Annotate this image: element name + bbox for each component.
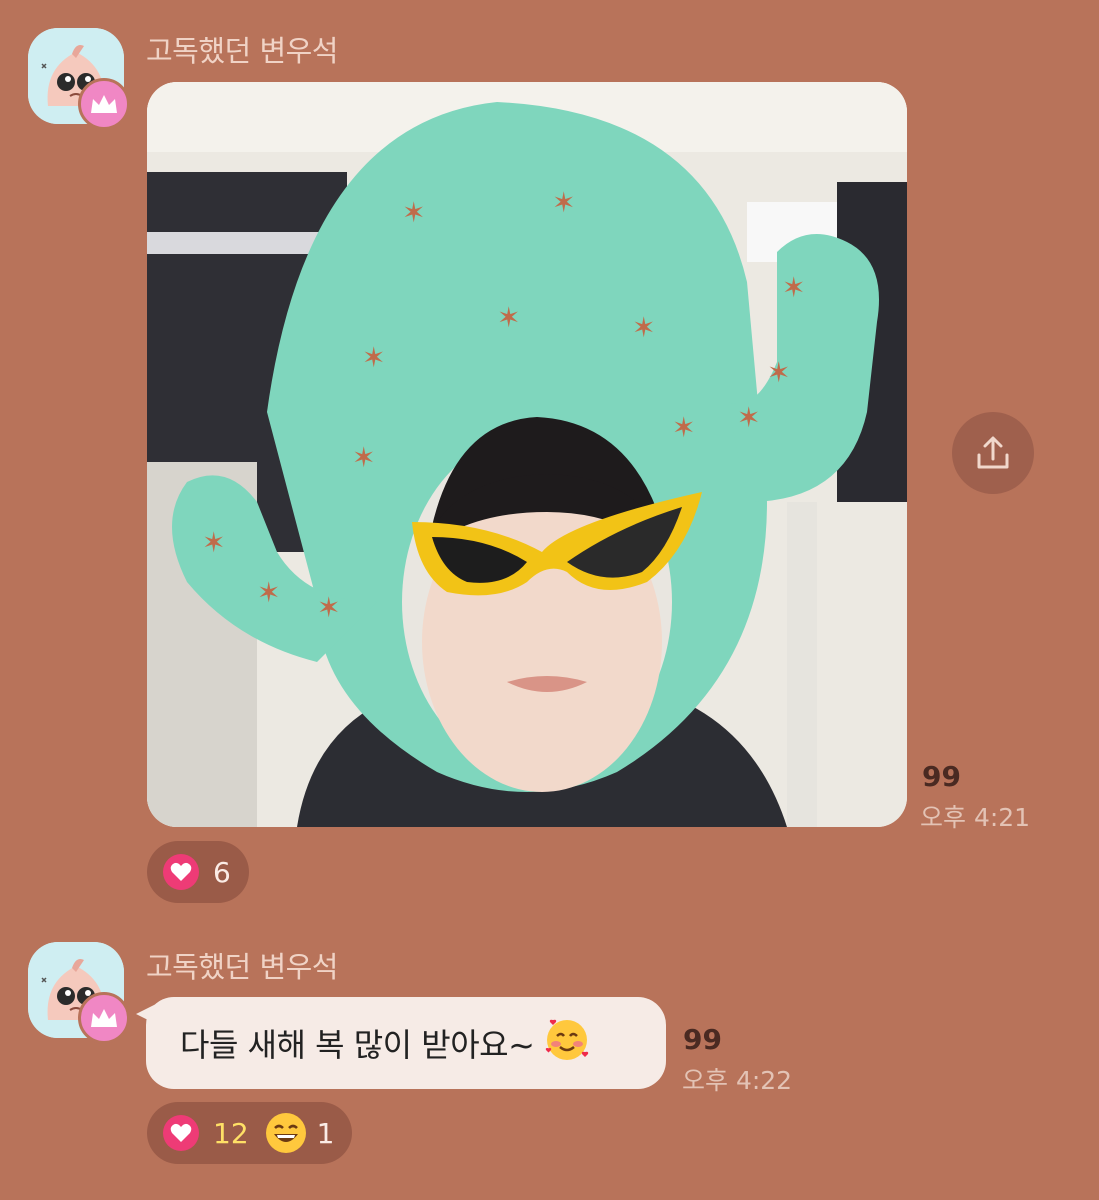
message-bubble[interactable]: 다들 새해 복 많이 받아요~	[146, 997, 666, 1089]
crown-badge	[78, 992, 130, 1044]
reactions-bar[interactable]: 6	[147, 841, 249, 903]
svg-text:✶: ✶	[767, 356, 790, 389]
sender-name: 고독했던 변우석	[146, 34, 338, 68]
svg-text:✶: ✶	[497, 301, 520, 334]
timestamp: 오후 4:22	[682, 1066, 793, 1095]
emoji-count: 1	[316, 1116, 335, 1150]
svg-text:✶: ✶	[202, 526, 225, 559]
unread-count: 99	[683, 1023, 722, 1056]
heart-count: 6	[213, 855, 231, 889]
unread-count: 99	[922, 760, 961, 793]
timestamp: 오후 4:21	[920, 803, 1031, 832]
svg-text:✶: ✶	[317, 591, 340, 624]
svg-text:✶: ✶	[672, 411, 695, 444]
photo-image: ✶ ✶ ✶ ✶ ✶ ✶ ✶ ✶ ✶ ✶ ✶ ✶ ✶	[147, 82, 907, 827]
heart-count: 12	[213, 1116, 249, 1150]
svg-text:✶: ✶	[737, 401, 760, 434]
heart-icon	[163, 1115, 199, 1151]
heart-icon	[163, 854, 199, 890]
svg-text:✶: ✶	[352, 441, 375, 474]
reactions-bar[interactable]: 12 1	[147, 1102, 353, 1164]
share-button[interactable]	[952, 412, 1034, 494]
crown-icon	[91, 95, 117, 113]
svg-text:✶: ✶	[257, 576, 280, 609]
svg-text:✶: ✶	[402, 196, 425, 229]
svg-text:✶: ✶	[632, 311, 655, 344]
svg-text:✶: ✶	[552, 186, 575, 219]
svg-text:✶: ✶	[362, 341, 385, 374]
photo-message[interactable]: ✶ ✶ ✶ ✶ ✶ ✶ ✶ ✶ ✶ ✶ ✶ ✶ ✶	[147, 82, 907, 827]
crown-badge	[78, 78, 130, 130]
svg-text:✶: ✶	[782, 271, 805, 304]
crown-icon	[91, 1009, 117, 1027]
grinning-face-icon	[265, 1112, 307, 1154]
sender-name: 고독했던 변우석	[146, 950, 338, 984]
smiling-face-with-hearts-emoji	[542, 1014, 592, 1072]
share-icon	[977, 436, 1009, 469]
message-text: 다들 새해 복 많이 받아요~	[180, 1026, 535, 1064]
